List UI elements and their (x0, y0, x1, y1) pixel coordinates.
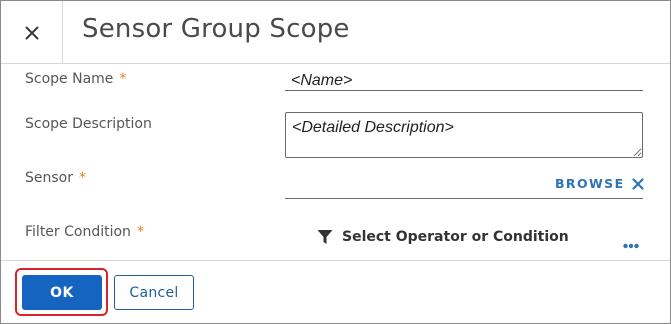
scope-description-label-text: Scope Description (25, 116, 152, 132)
dialog-header: Sensor Group Scope (1, 1, 670, 64)
filter-icon (317, 230, 333, 244)
scope-name-label-text: Scope Name (25, 71, 114, 87)
browse-button[interactable]: BROWSE (555, 176, 625, 191)
select-operator-label: Select Operator or Condition (342, 229, 569, 245)
sensor-group-scope-dialog: Sensor Group Scope Scope Name * Scope Des… (0, 0, 671, 324)
select-operator-button[interactable]: Select Operator or Condition (317, 227, 569, 247)
more-options-button[interactable] (623, 234, 639, 249)
sensor-label: Sensor * (25, 170, 86, 186)
required-mark: * (136, 224, 144, 240)
sensor-field-underline (285, 198, 643, 199)
close-icon (25, 26, 38, 39)
clear-icon (632, 178, 644, 190)
scope-name-input[interactable] (285, 67, 643, 91)
required-mark: * (79, 170, 86, 186)
scope-description-input[interactable]: <Detailed Description> (285, 112, 643, 158)
close-button[interactable] (1, 1, 63, 64)
clear-sensor-button[interactable] (631, 176, 645, 190)
ok-button[interactable]: OK (22, 275, 102, 310)
scope-name-label: Scope Name * (25, 71, 126, 87)
required-mark: * (119, 71, 127, 87)
scope-description-label: Scope Description (25, 116, 152, 132)
more-options-icon (623, 243, 639, 249)
filter-condition-label-text: Filter Condition (25, 224, 131, 240)
cancel-button[interactable]: Cancel (114, 275, 194, 310)
dialog-title: Sensor Group Scope (82, 14, 350, 44)
filter-condition-label: Filter Condition * (25, 224, 144, 240)
sensor-label-text: Sensor (25, 170, 73, 186)
